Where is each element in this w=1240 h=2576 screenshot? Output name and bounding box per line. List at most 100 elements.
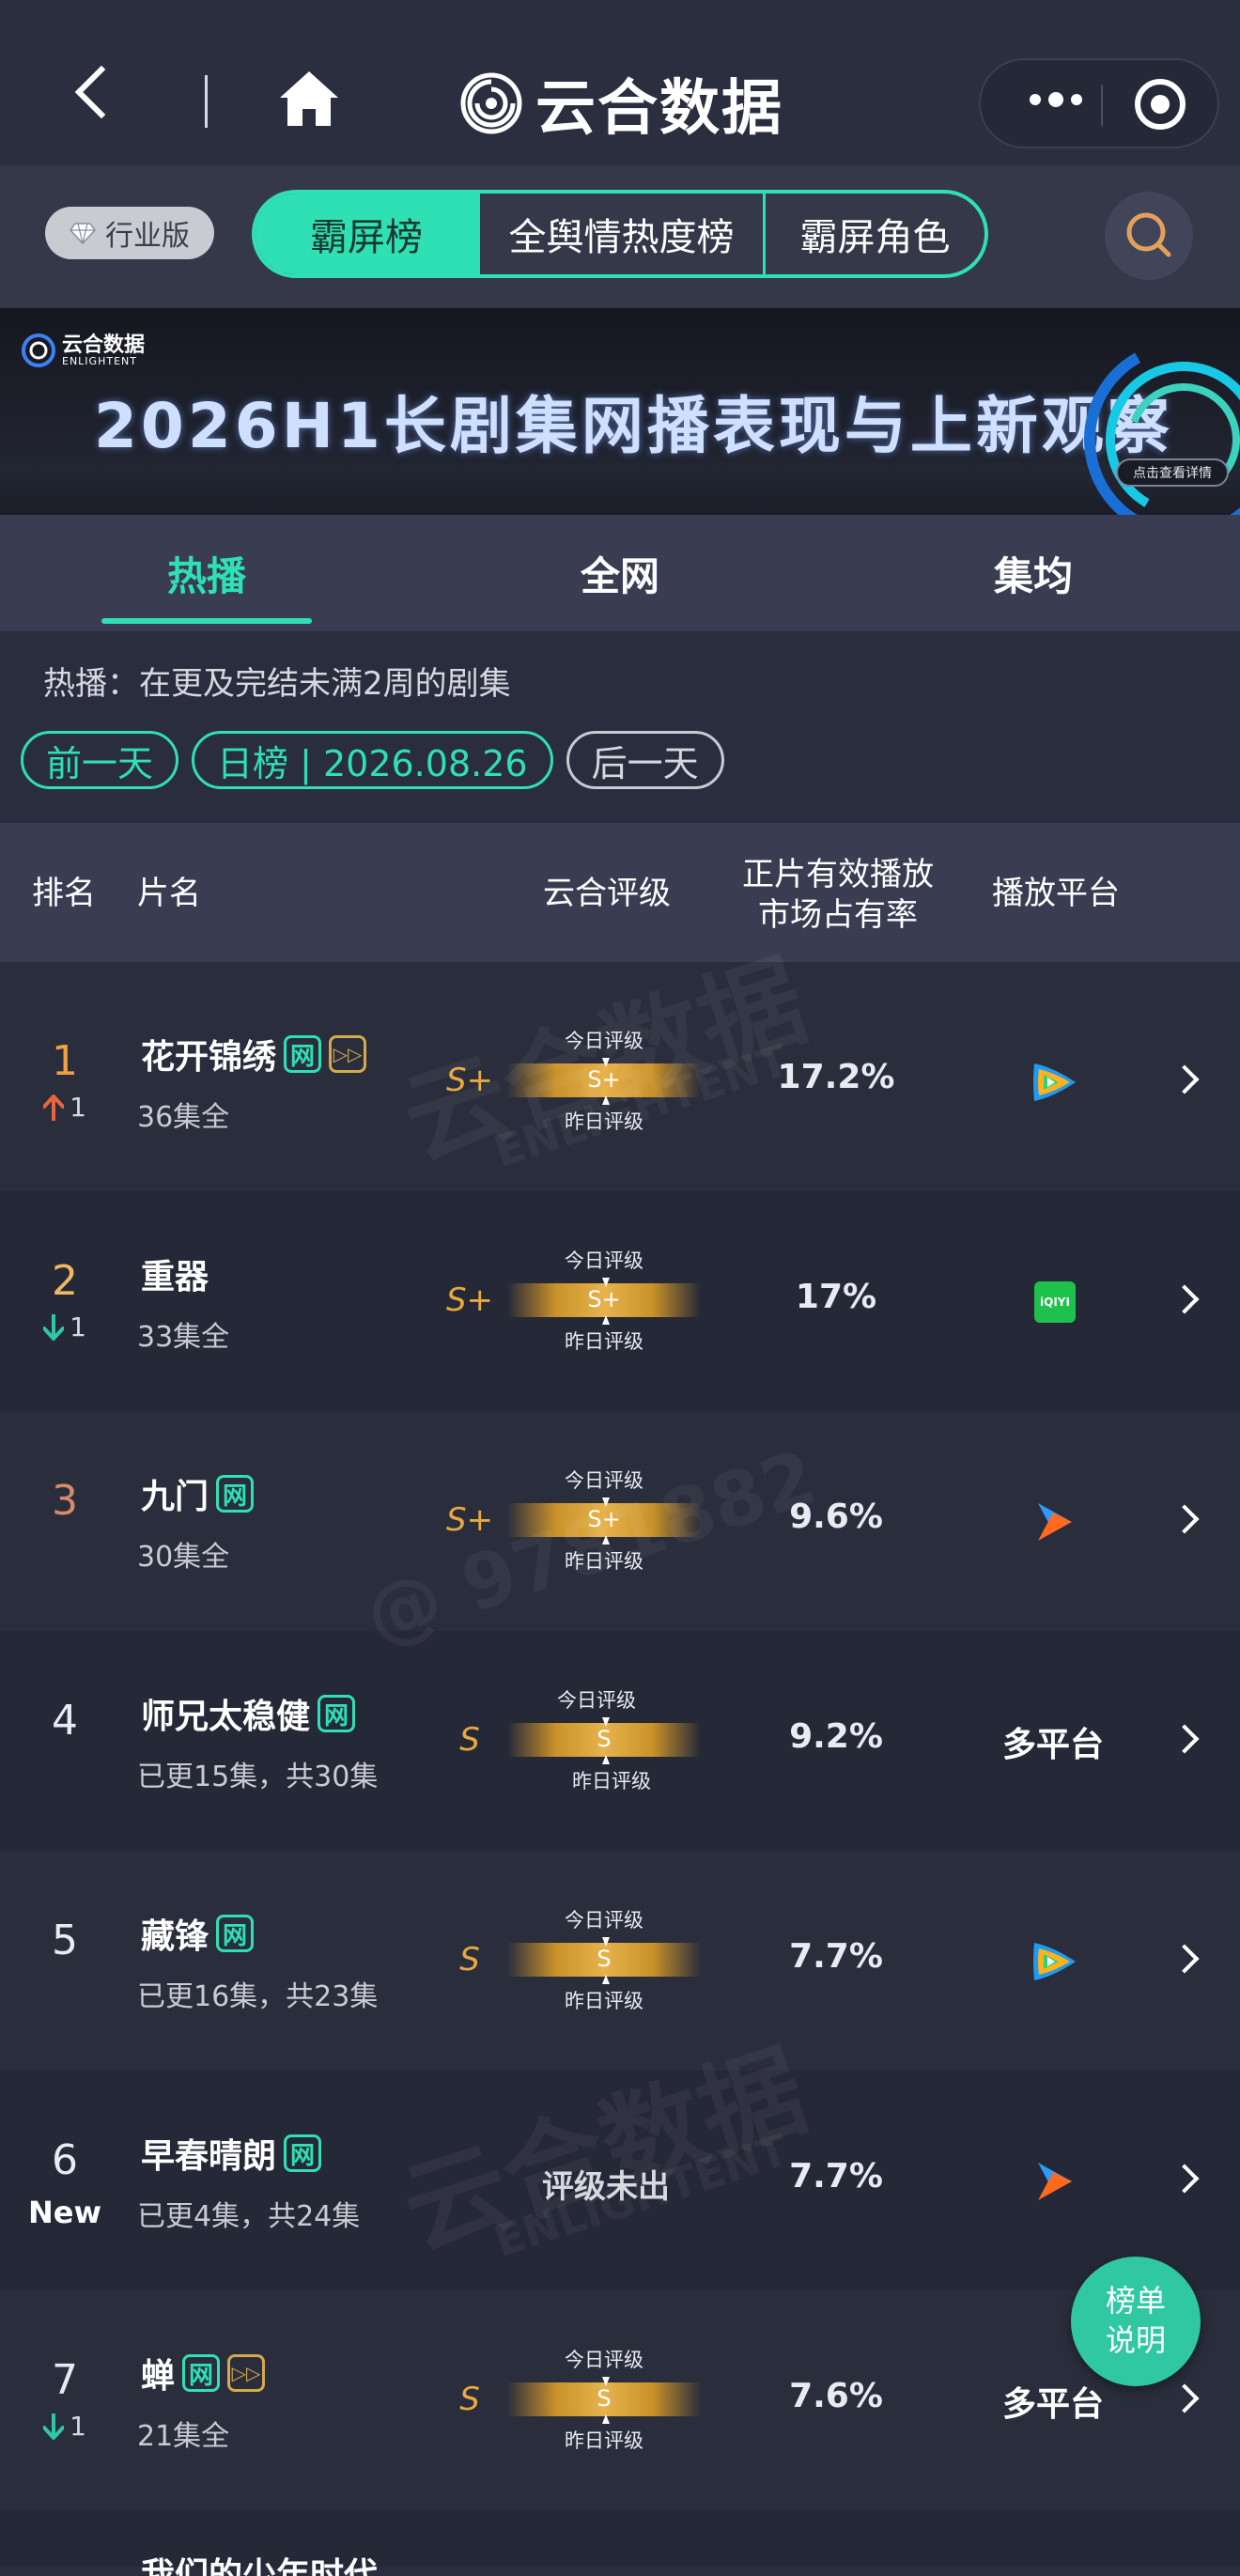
chevron-right-icon[interactable] [1170,2164,1200,2194]
episode-status: 已更16集，共23集 [137,1980,379,2013]
iqiyi-icon: iQIYI [1034,1281,1076,1323]
banner-logo: 云合数据 ENLIGHTENT [21,333,145,368]
today-grade-label: 今日评级 [565,2349,643,2371]
edition-toggle[interactable]: 行业版 [45,207,214,259]
segment-screen-rank[interactable]: 霸屏榜 [256,194,477,274]
close-target-icon[interactable] [1135,79,1186,130]
rank-change: 1 [34,2411,96,2442]
yesterday-grade-label: 昨日评级 [565,1330,643,1353]
column-title: 片名 [137,875,201,912]
back-arrow-icon[interactable] [74,65,129,119]
chevron-right-icon[interactable] [1170,1064,1200,1094]
platform [1024,1497,1086,1546]
drama-title-partial: 我们的少年时代 [141,2556,379,2576]
episode-status: 30集全 [137,1541,230,1574]
arrow-down-icon [43,1313,65,1341]
prev-day-button[interactable]: 前一天 [21,731,179,789]
rank-number: 6 [52,2136,78,2184]
tab-all-network[interactable]: 全网 [413,515,827,631]
chevron-right-icon[interactable] [1170,2383,1200,2413]
grade-bar-value: S [597,1946,612,1972]
table-row[interactable]: 5 藏锋 网 已更16集，共23集 S 今日评级 S 昨日评级 7.7% [0,1851,1240,2071]
drama-title: 重器 [141,1258,209,1296]
more-icon[interactable] [1030,92,1082,107]
banner-cta-button[interactable]: 点击查看详情 [1116,458,1229,487]
episode-status: 已更4集，共24集 [137,2200,361,2233]
drama-title: 蝉 [141,2357,176,2396]
table-row[interactable]: 7 1 蝉 网 ▷▷ 21集全 S 今日评级 S 昨日评级 7.6% 多平台 [0,2290,1240,2510]
yesterday-grade-label: 昨日评级 [572,1770,651,1792]
title-line: 早春晴朗 网 [141,2129,322,2178]
yesterday-marker [602,1535,610,1544]
yesterday-grade-label: 昨日评级 [565,1110,643,1133]
brand-name: 云合数据 [535,74,783,144]
segment-character-rank[interactable]: 霸屏角色 [763,194,984,274]
top-navigation-bar: 云合数据 [0,0,1240,165]
yesterday-marker [602,1315,610,1325]
segment-sentiment-rank[interactable]: 全舆情热度榜 [477,194,763,274]
promo-banner[interactable]: 云合数据 ENLIGHTENT 2026H1长剧集网播表现与上新观察 点击查看详… [0,308,1240,515]
banner-title: 2026H1长剧集网播表现与上新观察 [94,390,1173,462]
grade-bar: 今日评级 S+ 昨日评级 [507,1026,701,1137]
tab-hot[interactable]: 热播 [0,515,413,631]
market-share: 9.6% [789,1497,883,1536]
market-share: 7.7% [789,2157,883,2196]
chevron-right-icon[interactable] [1170,1944,1200,1974]
title-line: 蝉 网 ▷▷ [141,2349,266,2398]
platform: iQIYI [1024,1278,1086,1327]
network-badge: 网 [318,1695,356,1732]
banner-rings-graphic [1084,340,1240,515]
yesterday-marker [602,1975,610,1984]
grade-bar-value: S+ [587,1506,621,1532]
yesterday-grade-label: 昨日评级 [565,1550,643,1573]
episode-status: 36集全 [137,1101,230,1134]
platform [1024,1937,1086,1986]
episode-status: 已更15集，共30集 [137,1761,379,1793]
grade-bar: 今日评级 S 昨日评级 [507,1685,701,1796]
rank-number: 3 [52,1477,78,1525]
ranking-help-button[interactable]: 榜单 说明 [1071,2257,1201,2386]
tab-description: 热播：在更及完结未满2周的剧集 [43,665,511,703]
grade-label: S [459,1721,480,1759]
chevron-right-icon[interactable] [1170,1284,1200,1314]
drama-title: 藏锋 [141,1917,209,1956]
home-icon[interactable] [278,70,340,128]
table-row[interactable]: 6 New 早春晴朗 网 已更4集，共24集 评级未出 7.7% [0,2071,1240,2290]
date-selector[interactable]: 日榜 | 2026.08.26 [192,731,553,789]
arrow-down-icon [43,2413,65,2440]
today-grade-label: 今日评级 [565,1909,643,1932]
rank-number: 5 [52,1916,78,1964]
fast-forward-badge-icon: ▷▷ [329,1035,367,1073]
capsule-divider [1101,85,1103,126]
next-day-button[interactable]: 后一天 [566,731,724,789]
grade-bar: 今日评级 S 昨日评级 [507,1905,701,2016]
enlightent-logo-icon [22,334,55,367]
miniprogram-capsule [979,58,1219,148]
iqiyi-icon-label: iQIYI [1040,1296,1070,1309]
tab-per-episode[interactable]: 集均 [827,515,1240,631]
grade-bar-value: S [597,1726,612,1752]
column-grade: 云合评级 [543,875,671,912]
table-row[interactable]: 4 师兄太稳健 网 已更15集，共30集 S 今日评级 S 昨日评级 9.2% … [0,1631,1240,1851]
new-entry-badge: New [27,2195,102,2230]
grade-bar-value: S [597,2385,612,2412]
network-badge: 网 [284,1035,322,1073]
market-share: 7.6% [789,2377,883,2415]
rank-change-value: 1 [70,1311,86,1342]
sub-tab-bar: 热播 全网 集均 [0,515,1240,631]
ranking-toolbar: 行业版 霸屏榜 全舆情热度榜 霸屏角色 [0,165,1240,308]
table-row[interactable]: 3 九门 网 30集全 S+ 今日评级 S+ 昨日评级 9.6% [0,1411,1240,1631]
ranking-type-segment: 霸屏榜 全舆情热度榜 霸屏角色 [252,190,988,278]
chevron-right-icon[interactable] [1170,1724,1200,1754]
grade-label: S [459,2381,480,2418]
today-grade-label: 今日评级 [565,1249,643,1272]
column-rank: 排名 [32,875,96,912]
chevron-right-icon[interactable] [1170,1504,1200,1534]
drama-title: 师兄太稳健 [141,1698,311,1736]
title-line: 花开锦绣 网 ▷▷ [141,1030,367,1079]
yesterday-grade-label: 昨日评级 [565,1990,643,2012]
grade-label: S+ [445,1062,494,1099]
table-row[interactable]: 2 1 重器 33集全 S+ 今日评级 S+ 昨日评级 17% iQIYI [0,1191,1240,1411]
table-row[interactable]: 1 1 花开锦绣 网 ▷▷ 36集全 S+ 今日评级 S+ 昨日评级 17.2% [0,971,1240,1191]
search-button[interactable] [1105,192,1193,280]
